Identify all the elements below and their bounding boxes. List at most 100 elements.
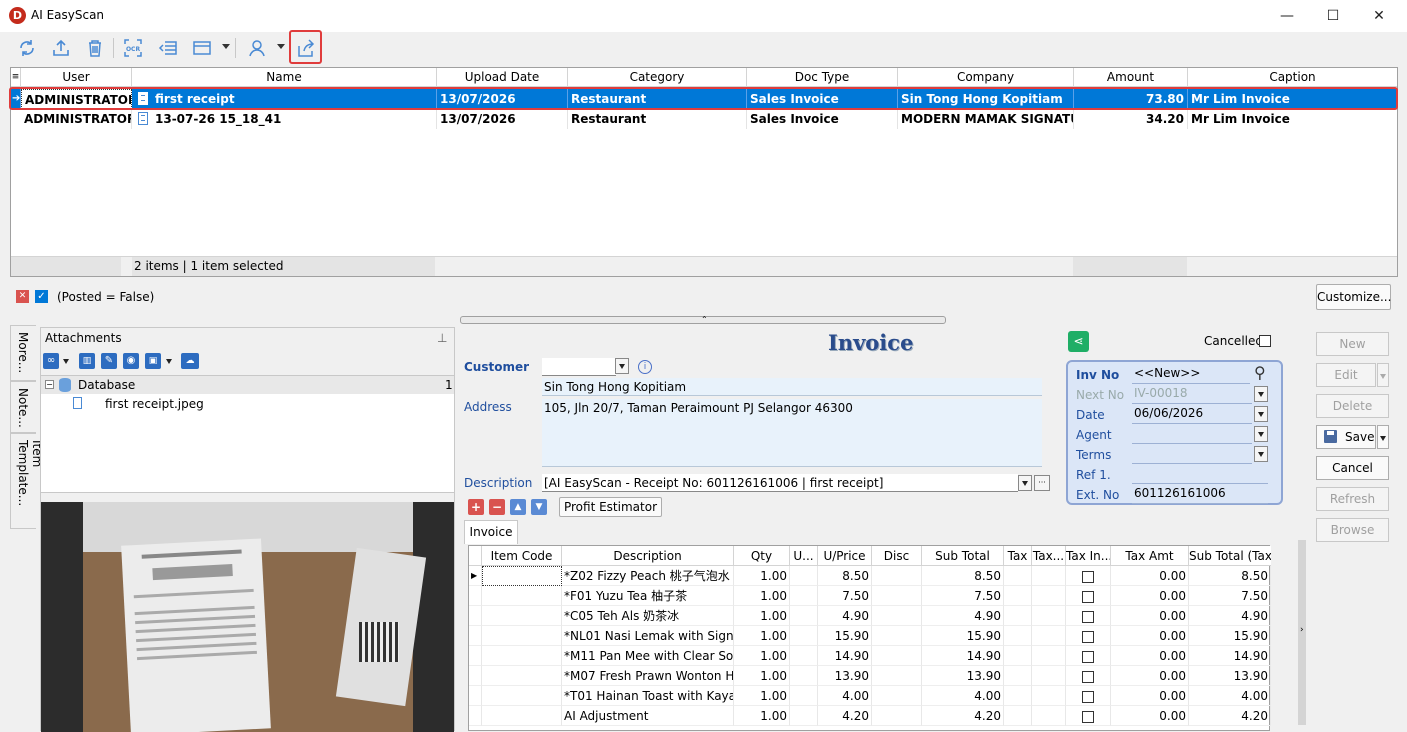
collapse-icon[interactable]: − [45,380,54,389]
cell-tax[interactable] [1004,706,1032,726]
cell-tax-rate[interactable] [1032,626,1066,646]
cell-sub-total[interactable]: 13.90 [922,666,1004,686]
cell-unit-price[interactable]: 8.50 [818,566,872,586]
address-field[interactable]: 105, Jln 20/7, Taman Peraimount PJ Selan… [542,399,1042,467]
refresh-button[interactable] [14,36,40,60]
add-row-icon[interactable]: + [468,499,484,515]
cell-unit-price[interactable]: 15.90 [818,626,872,646]
cell-user[interactable]: ADMINISTRATOR [21,109,132,129]
column-header-tax[interactable]: Tax [1004,546,1032,566]
cell-unit-price[interactable]: 13.90 [818,666,872,686]
edit-dropdown-button[interactable] [1377,363,1389,387]
cell-category[interactable]: Restaurant [568,109,747,129]
search-icon[interactable]: ⚲ [1254,363,1266,382]
cell-unit-price[interactable]: 4.90 [818,606,872,626]
cell-tax-amt[interactable]: 0.00 [1111,626,1189,646]
cell-tax[interactable] [1004,626,1032,646]
cell-qty[interactable]: 1.00 [734,646,790,666]
cell-tax-amt[interactable]: 0.00 [1111,706,1189,726]
list-item[interactable]: ▶ *Z02 Fizzy Peach 桃子气泡水 1.00 8.50 8.50 0.00 8… [469,566,1271,586]
info-icon[interactable]: i [638,360,652,374]
cell-upload-date[interactable]: 13/07/2026 [437,109,568,129]
cell-tax[interactable] [1004,646,1032,666]
cell-caption[interactable]: Mr Lim Invoice [1188,109,1397,129]
ref-field[interactable] [1132,466,1268,484]
pin-icon[interactable]: ⊥ [437,331,447,345]
list-item[interactable]: *F01 Yuzu Tea 柚子茶 1.00 7.50 7.50 0.00 7.50 [469,586,1271,606]
list-item[interactable]: *T01 Hainan Toast with Kaya ... 1.00 4.00 4… [469,686,1271,706]
cell-disc[interactable] [872,646,922,666]
cell-uom[interactable] [790,666,818,686]
cell-item-code[interactable] [482,606,562,626]
cell-uom[interactable] [790,626,818,646]
cell-tax-inclusive[interactable] [1066,626,1111,646]
customer-code-input[interactable] [542,358,616,376]
cell-sub-total-tax[interactable]: 14.90 [1189,646,1271,666]
layout-button[interactable] [189,36,215,60]
cell-sub-total[interactable]: 7.50 [922,586,1004,606]
cell-qty[interactable]: 1.00 [734,626,790,646]
cell-item-code[interactable] [482,706,562,726]
filter-enabled-checkbox[interactable]: ✓ [35,290,48,303]
link-icon[interactable]: ∞ [43,353,59,369]
cell-tax-rate[interactable] [1032,646,1066,666]
list-item[interactable]: AI Adjustment 1.00 4.20 4.20 0.00 4.20 [469,706,1271,726]
column-header-caption[interactable]: Caption [1188,68,1397,87]
save-attachment-icon[interactable]: ▣ [145,353,161,369]
cell-disc[interactable] [872,686,922,706]
cell-description[interactable]: *M11 Pan Mee with Clear Sou... [562,646,734,666]
cell-tax-amt[interactable]: 0.00 [1111,586,1189,606]
cell-tax-rate[interactable] [1032,566,1066,586]
cell-tax-inclusive[interactable] [1066,566,1111,586]
panel-splitter[interactable]: ⌃ [460,316,946,324]
cell-name[interactable]: 13-07-26 15_18_41 [132,109,437,129]
cell-tax[interactable] [1004,666,1032,686]
move-down-icon[interactable]: ▼ [531,499,547,515]
cell-disc[interactable] [872,706,922,726]
list-item[interactable]: *NL01 Nasi Lemak with Signat...1.00 15.90… [469,626,1271,646]
trash-icon[interactable]: ▥ [79,353,95,369]
tab-invoice[interactable]: Invoice [464,520,518,544]
cell-qty[interactable]: 1.00 [734,586,790,606]
cell-item-code[interactable] [482,686,562,706]
agent-field[interactable] [1132,426,1252,444]
cell-uom[interactable] [790,586,818,606]
save-dropdown-button[interactable] [1377,425,1389,449]
cell-tax-inclusive[interactable] [1066,646,1111,666]
ocr-button[interactable]: OCR [120,36,146,60]
list-item[interactable]: *M11 Pan Mee with Clear Sou... 1.00 14.90 1… [469,646,1271,666]
cell-tax-inclusive[interactable] [1066,606,1111,626]
edit-icon[interactable]: ✎ [101,353,117,369]
cell-tax-inclusive[interactable] [1066,666,1111,686]
columns-button[interactable] [155,36,181,60]
tab-item-template[interactable]: Item Template... [10,433,44,529]
cell-tax-amt[interactable]: 0.00 [1111,646,1189,666]
cell-description[interactable]: *F01 Yuzu Tea 柚子茶 [562,586,734,606]
column-header-sub-total[interactable]: Sub Total [922,546,1004,566]
collapse-arrow-icon[interactable]: ⌃ [701,316,708,324]
cell-tax-inclusive[interactable] [1066,586,1111,606]
description-more-button[interactable]: ··· [1034,475,1050,491]
cell-description[interactable]: *Z02 Fizzy Peach 桃子气泡水 [562,566,734,586]
cell-tax-rate[interactable] [1032,606,1066,626]
profit-estimator-button[interactable]: Profit Estimator [559,497,662,517]
refresh-button[interactable]: Refresh [1316,487,1389,511]
cell-sub-total[interactable]: 4.20 [922,706,1004,726]
column-header-description[interactable]: Description [562,546,734,566]
tax-inclusive-checkbox[interactable] [1082,630,1094,643]
edit-button[interactable]: Edit [1316,363,1376,387]
agent-dropdown-button[interactable] [1254,426,1268,442]
date-dropdown-button[interactable] [1254,406,1268,422]
column-header-doc-type[interactable]: Doc Type [747,68,898,87]
column-header-amount[interactable]: Amount [1074,68,1188,87]
tax-inclusive-checkbox[interactable] [1082,590,1094,603]
cell-disc[interactable] [872,606,922,626]
date-field[interactable]: 06/06/2026 [1132,406,1252,424]
cell-qty[interactable]: 1.00 [734,706,790,726]
customer-dropdown-button[interactable] [615,358,629,374]
column-header-sub-total-tax[interactable]: Sub Total (Tax) [1189,546,1271,566]
list-item[interactable]: *C05 Teh Als 奶茶冰 1.00 4.90 4.90 0.00 4.90 [469,606,1271,626]
cell-sub-total-tax[interactable]: 4.90 [1189,606,1271,626]
new-button[interactable]: New [1316,332,1389,356]
cell-sub-total-tax[interactable]: 4.00 [1189,686,1271,706]
